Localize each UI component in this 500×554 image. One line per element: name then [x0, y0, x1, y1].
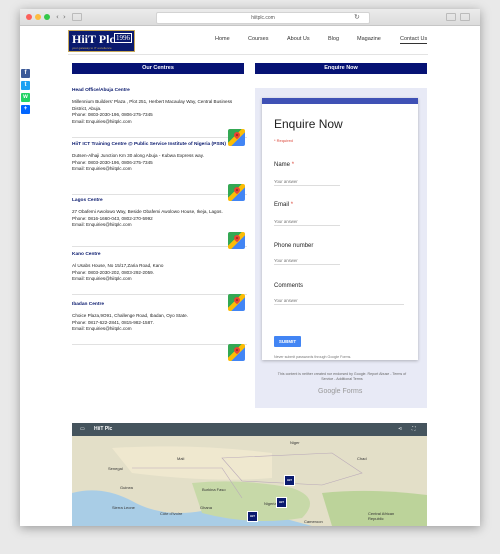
comments-input[interactable]	[274, 296, 404, 305]
centre-name: Ibadan Centre	[72, 302, 104, 307]
enquire-now-header: Enquire Now	[255, 63, 427, 74]
map-label-cameroon: Cameroon	[304, 519, 323, 524]
centre-divider	[72, 246, 247, 247]
reload-icon[interactable]: ↻	[354, 13, 360, 21]
map-label-central-african-republic: Central African Republic	[368, 511, 395, 521]
name-input[interactable]	[274, 177, 340, 186]
map-label-mali: Mali	[177, 456, 185, 461]
centre-divider	[72, 344, 247, 345]
web-page: HiiT Plc 1996 your gateway to IT excelle…	[20, 26, 480, 526]
centre-email: Email: Enquiries@hiitplc.com	[72, 166, 132, 172]
map-label-guinea: Guinea	[120, 485, 133, 490]
centre-divider	[72, 294, 247, 295]
password-warning: Never submit passwords through Google Fo…	[274, 355, 352, 359]
comments-label: Comments	[274, 283, 304, 289]
embedded-map[interactable]: ▭ HiiT Plc ⋖ ⛶ Niger Chad Mali Senegal G…	[72, 423, 427, 526]
centre-email: Email: Enquiries@hiitplc.com	[72, 222, 132, 228]
share-browser-icon[interactable]	[446, 13, 456, 21]
browser-window: ‹ › hiitplc.com ↻ HiiT Plc 1996 your gat…	[20, 9, 480, 526]
centre-ibadan: Ibadan Centre Choice Plaza,9O91, Challen…	[72, 302, 247, 333]
map-label-niger: Niger	[290, 440, 300, 445]
map-marker-lagos[interactable]: HiiT	[247, 511, 258, 522]
map-label-cote-divoire: Côte d'Ivoire	[160, 511, 183, 516]
minimize-window-button[interactable]	[35, 14, 41, 20]
back-icon[interactable]: ‹	[56, 13, 59, 21]
tabs-overview-icon[interactable]	[460, 13, 470, 21]
name-label: Name *	[274, 162, 295, 168]
map-label-burkina-faso: Burkina Faso	[202, 487, 226, 492]
twitter-icon[interactable]: t	[21, 81, 30, 90]
map-fullscreen-icon[interactable]: ⛶	[412, 423, 416, 436]
logo-year: 1996	[114, 33, 132, 43]
google-maps-icon[interactable]	[228, 344, 245, 361]
centre-email: Email: Enquiries@hiitplc.com	[72, 276, 132, 282]
email-input[interactable]	[274, 217, 340, 226]
address-bar[interactable]: hiitplc.com	[156, 12, 370, 24]
nav-home[interactable]: Home	[215, 36, 230, 42]
enquiry-form: Enquire Now * Required Name * Email * Ph…	[262, 98, 418, 360]
map-label-senegal: Senegal	[108, 466, 123, 471]
browser-toolbar: ‹ › hiitplc.com ↻	[20, 9, 480, 26]
phone-label: Phone number	[274, 243, 314, 249]
centre-address: 27 Obafemi Awolowo Way, Beside Obafemi A…	[72, 209, 223, 215]
centre-psin: HiiT ICT Training Centre @ Public Servic…	[72, 142, 247, 173]
centre-name: HiiT ICT Training Centre @ Public Servic…	[72, 142, 226, 147]
logo-text: HiiT Plc	[72, 32, 115, 46]
required-note: * Required	[274, 138, 293, 143]
map-title-bar: ▭ HiiT Plc ⋖ ⛶	[72, 423, 427, 436]
sidebar-toggle-icon[interactable]	[72, 13, 82, 21]
form-title: Enquire Now	[274, 117, 343, 131]
share-plus-icon[interactable]: +	[21, 105, 30, 114]
map-marker-abuja[interactable]: HiiT	[276, 497, 287, 508]
site-logo[interactable]: HiiT Plc 1996 your gateway to IT excelle…	[68, 30, 135, 52]
centre-email: Email: Enquiries@hiitplc.com	[72, 326, 132, 332]
centre-divider	[72, 137, 247, 138]
phone-input[interactable]	[274, 256, 340, 265]
url-text: hiitplc.com	[251, 15, 275, 21]
map-title: HiiT Plc	[94, 426, 113, 432]
google-maps-icon[interactable]	[228, 232, 245, 249]
facebook-icon[interactable]: f	[21, 69, 30, 78]
google-disclaimer: This content is neither created nor endo…	[277, 372, 407, 381]
centre-name: Kano Centre	[72, 252, 101, 257]
nav-magazine[interactable]: Magazine	[357, 36, 381, 42]
close-window-button[interactable]	[26, 14, 32, 20]
centre-kano: Kano Centre Al Usabs House, No 15/17,Zar…	[72, 252, 247, 283]
centre-address: Millennium Builders' Plaza , Plot 251, H…	[72, 99, 233, 111]
logo-tagline: your gateway to IT excellence	[72, 46, 112, 50]
forward-icon[interactable]: ›	[63, 13, 66, 21]
header-divider	[68, 54, 428, 55]
nav-about-us[interactable]: About Us	[287, 36, 310, 42]
map-label-ghana: Ghana	[200, 505, 213, 510]
centre-name: Lagos Centre	[72, 198, 103, 203]
nav-blog[interactable]: Blog	[328, 36, 339, 42]
google-forms-logo: Google Forms	[318, 388, 363, 395]
map-sidebar-icon[interactable]: ▭	[80, 423, 85, 436]
map-label-chad: Chad	[357, 456, 367, 461]
submit-button[interactable]: SUBMIT	[274, 336, 301, 347]
nav-contact-us[interactable]: Contact Us	[400, 36, 428, 44]
centre-email: Email: Enquiries@hiitplc.com	[72, 118, 132, 124]
map-share-icon[interactable]: ⋖	[398, 423, 402, 436]
centre-head-office: Head Office/Abuja Centre Millennium Buil…	[72, 88, 247, 125]
whatsapp-icon[interactable]: w	[21, 93, 30, 102]
site-header: HiiT Plc 1996 your gateway to IT excelle…	[20, 26, 480, 54]
centre-divider	[72, 194, 247, 195]
our-centres-header: Our Centres	[72, 63, 244, 74]
map-label-nigeria: Nigeria	[264, 501, 277, 506]
email-label: Email *	[274, 202, 294, 208]
centre-name: Head Office/Abuja Centre	[72, 88, 130, 93]
centre-lagos: Lagos Centre 27 Obafemi Awolowo Way, Bes…	[72, 198, 247, 229]
map-label-sierra-leone: Sierra Leone	[112, 505, 135, 510]
map-marker-kano[interactable]: HiiT	[284, 475, 295, 486]
maximize-window-button[interactable]	[44, 14, 50, 20]
nav-courses[interactable]: Courses	[248, 36, 268, 42]
